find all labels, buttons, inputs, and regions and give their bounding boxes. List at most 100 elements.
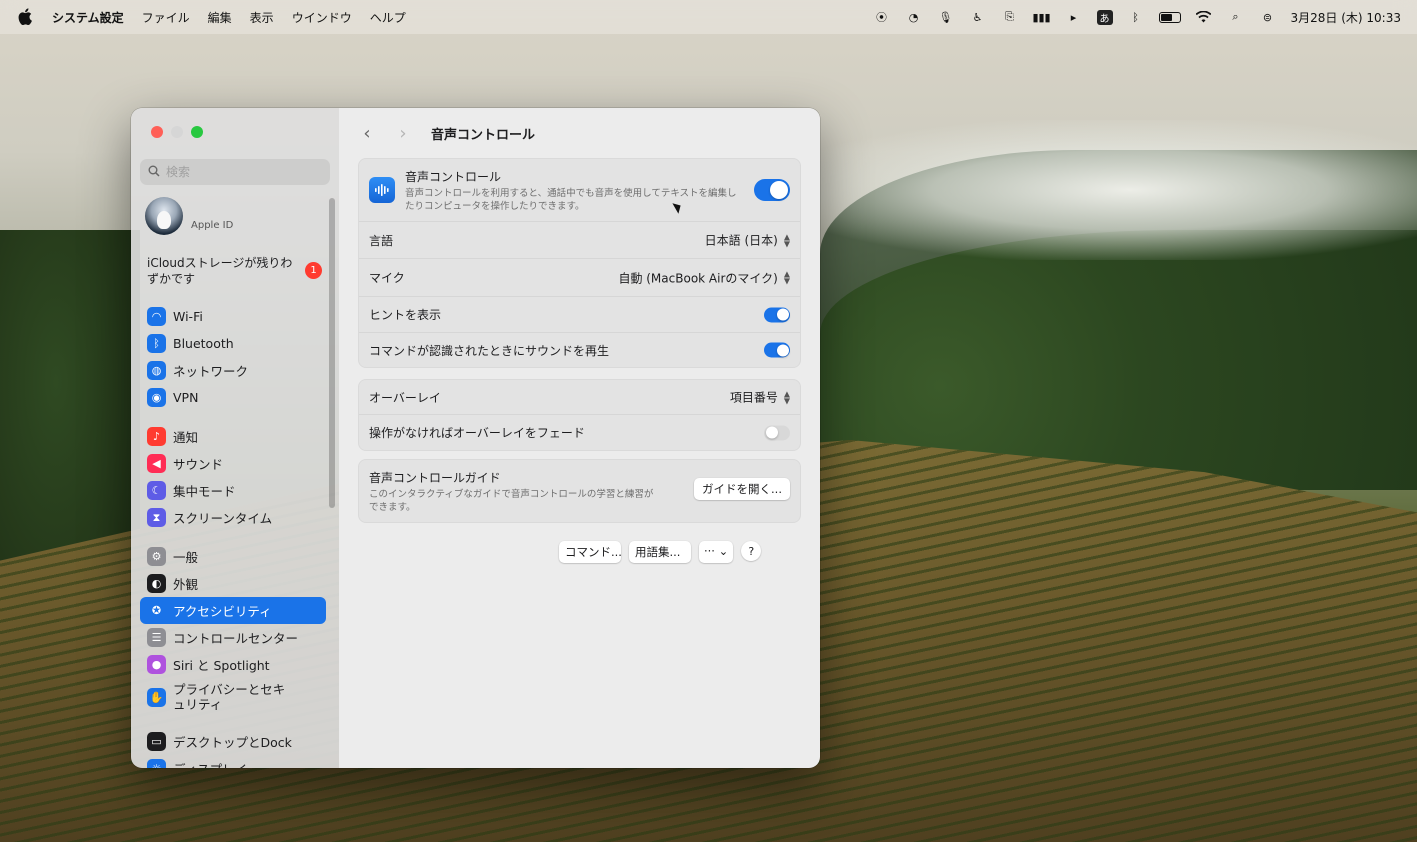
guide-title: 音声コントロールガイド bbox=[369, 471, 501, 485]
sidebar-item-bell[interactable]: ♪ 通知 bbox=[140, 423, 326, 450]
close-button[interactable] bbox=[151, 126, 163, 138]
fade-toggle[interactable] bbox=[764, 425, 790, 440]
language-value: 日本語 (日本) bbox=[704, 233, 778, 248]
language-popup[interactable]: 日本語 (日本) ▲ ▼ bbox=[705, 232, 790, 249]
sidebar-item-moon[interactable]: ☾ 集中モード bbox=[140, 477, 326, 504]
chevron-updown-icon: ▲ ▼ bbox=[783, 269, 790, 286]
voice-control-group: 音声コントロール 音声コントロールを利用すると、通話中でも音声を使用してテキスト… bbox=[358, 158, 801, 368]
avatar bbox=[145, 197, 183, 235]
sound-toggle[interactable] bbox=[764, 342, 790, 358]
search-input[interactable] bbox=[166, 165, 316, 179]
more-options-button[interactable]: ··· ⌄ bbox=[699, 541, 734, 563]
sidebar-item-label: コントロールセンター bbox=[173, 631, 299, 646]
sidebar-item-vpn[interactable]: ◉ VPN bbox=[140, 384, 326, 411]
menu-file[interactable]: ファイル bbox=[142, 9, 190, 26]
bluetooth-icon: ᛒ bbox=[147, 334, 166, 353]
sidebar-item-dock[interactable]: ▭ デスクトップとDock bbox=[140, 728, 326, 755]
screen-record-icon[interactable]: ⦿ bbox=[873, 10, 891, 24]
guide-description: このインタラクティブなガイドで音声コントロールの学習と練習ができます。 bbox=[369, 489, 654, 513]
nav-section-gap bbox=[140, 411, 326, 423]
sidebar-item-appearance[interactable]: ◐ 外観 bbox=[140, 570, 326, 597]
open-guide-button[interactable]: ガイドを開く... bbox=[694, 478, 790, 500]
play-icon[interactable]: ▸ bbox=[1065, 10, 1083, 24]
voice-control-status-icon[interactable]: 🎙 bbox=[937, 10, 955, 24]
microphone-popup[interactable]: 自動 (MacBook Airのマイク) ▲ ▼ bbox=[618, 269, 790, 286]
bluetooth-status-icon[interactable]: ᛒ bbox=[1127, 10, 1145, 24]
sidebar-item-control-center[interactable]: ☰ コントロールセンター bbox=[140, 624, 326, 651]
spotlight-icon[interactable]: ⌕ bbox=[1227, 10, 1245, 24]
nav-section-gap bbox=[140, 716, 326, 728]
globe-icon: ◍ bbox=[147, 361, 166, 380]
sidebar-item-accessibility[interactable]: ✪ アクセシビリティ bbox=[140, 597, 326, 624]
menu-help[interactable]: ヘルプ bbox=[370, 9, 406, 26]
sidebar-item-label: ネットワーク bbox=[173, 364, 249, 379]
sidebar-item-label: デスクトップとDock bbox=[173, 735, 292, 750]
menu-app-name[interactable]: システム設定 bbox=[52, 9, 124, 26]
menu-edit[interactable]: 編集 bbox=[208, 9, 232, 26]
clipboard-icon[interactable]: ⎘ bbox=[1001, 10, 1019, 24]
bottom-buttons: コマンド... 用語集... ··· ⌄ ? bbox=[559, 541, 762, 563]
input-method-indicator[interactable]: あ bbox=[1096, 9, 1113, 25]
search-field[interactable] bbox=[140, 159, 330, 185]
wifi-status-icon[interactable] bbox=[1195, 10, 1213, 24]
sound-label: コマンドが認識されたときにサウンドを再生 bbox=[369, 343, 610, 358]
help-button[interactable]: ? bbox=[741, 541, 762, 561]
commands-button[interactable]: コマンド... bbox=[559, 541, 621, 563]
voice-control-toggle[interactable] bbox=[754, 179, 790, 201]
hand-icon: ✋ bbox=[147, 687, 166, 707]
voice-control-row: 音声コントロール 音声コントロールを利用すると、通話中でも音声を使用してテキスト… bbox=[359, 159, 800, 222]
hints-toggle[interactable] bbox=[764, 307, 790, 322]
search-icon bbox=[148, 165, 160, 180]
language-row: 言語 日本語 (日本) ▲ ▼ bbox=[359, 222, 800, 259]
control-center-status-icon[interactable]: ⊜ bbox=[1259, 10, 1277, 24]
guide-row: 音声コントロールガイド このインタラクティブなガイドで音声コントロールの学習と練… bbox=[359, 460, 800, 522]
sidebar-item-hourglass[interactable]: ⧗ スクリーンタイム bbox=[140, 504, 326, 531]
sidebar-item-label: VPN bbox=[173, 390, 199, 405]
voice-control-app-icon bbox=[369, 177, 395, 203]
icloud-storage-notice[interactable]: iCloudストレージが残りわずかです 1 bbox=[147, 255, 327, 287]
sidebar-item-gear[interactable]: ⚙ 一般 bbox=[140, 543, 326, 570]
sidebar-item-bluetooth[interactable]: ᛒ Bluetooth bbox=[140, 330, 326, 357]
chevron-updown-icon: ▲ ▼ bbox=[783, 389, 790, 405]
battery-icon[interactable] bbox=[1158, 11, 1181, 23]
apple-menu-icon[interactable] bbox=[18, 8, 34, 26]
sound-row: コマンドが認識されたときにサウンドを再生 bbox=[359, 333, 800, 367]
sidebar-item-globe[interactable]: ◍ ネットワーク bbox=[140, 357, 326, 384]
sidebar-item-label: Wi-Fi bbox=[173, 309, 203, 324]
sidebar-item-display[interactable]: ☼ ディスプレイ bbox=[140, 755, 326, 768]
zoom-button[interactable] bbox=[191, 126, 203, 138]
sidebar-item-hand[interactable]: ✋ プライバシーとセキュリティ bbox=[140, 678, 326, 716]
menu-extra-icon[interactable]: ◔ bbox=[905, 10, 923, 24]
apple-id-account[interactable]: Apple ID bbox=[145, 197, 233, 235]
audio-bars-icon[interactable]: ▮▮▮ bbox=[1032, 10, 1050, 24]
overlay-value: 項目番号 bbox=[729, 390, 778, 405]
sidebar-item-label: サウンド bbox=[173, 457, 224, 472]
vocabulary-button[interactable]: 用語集... bbox=[629, 541, 691, 563]
control-center-icon: ☰ bbox=[147, 628, 166, 647]
menu-bar: システム設定 ファイル 編集 表示 ウインドウ ヘルプ ⦿ ◔ 🎙 ♿ ⎘ ▮▮… bbox=[0, 0, 1417, 34]
menu-view[interactable]: 表示 bbox=[250, 9, 274, 26]
minimize-button[interactable] bbox=[171, 126, 183, 138]
sidebar-item-label: ディスプレイ bbox=[173, 759, 247, 768]
back-button[interactable]: ‹ bbox=[359, 123, 375, 144]
account-name: Apple ID bbox=[191, 219, 234, 231]
guide-group: 音声コントロールガイド このインタラクティブなガイドで音声コントロールの学習と練… bbox=[358, 459, 801, 523]
wifi-icon: ◠ bbox=[147, 307, 166, 326]
menu-clock[interactable]: 3月28日 (木) 10:33 bbox=[1291, 9, 1401, 26]
status-area: ⦿ ◔ 🎙 ♿ ⎘ ▮▮▮ ▸ あ ᛒ ⌕ ⊜ 3月28日 (木) 10:33 bbox=[873, 0, 1401, 34]
notification-badge: 1 bbox=[305, 262, 322, 279]
voice-control-description: 音声コントロールを利用すると、通話中でも音声を使用してテキストを編集したりコンピ… bbox=[405, 187, 737, 212]
icloud-notice-text: iCloudストレージが残りわずかです bbox=[147, 256, 293, 286]
system-settings-window: Apple ID iCloudストレージが残りわずかです 1 ◠ Wi-Fi ᛒ Bl… bbox=[131, 108, 820, 768]
sidebar-item-wifi[interactable]: ◠ Wi-Fi bbox=[140, 303, 326, 330]
sidebar-scrollbar[interactable] bbox=[329, 198, 335, 508]
sidebar-item-siri[interactable]: ● Siri と Spotlight bbox=[140, 651, 326, 678]
voice-control-title: 音声コントロール bbox=[405, 169, 502, 184]
sidebar-item-speaker[interactable]: ◀ サウンド bbox=[140, 450, 326, 477]
sidebar-item-label: Siri と Spotlight bbox=[173, 658, 270, 673]
forward-button[interactable]: › bbox=[395, 123, 411, 144]
fade-label: 操作がなければオーバーレイをフェード bbox=[369, 426, 585, 440]
menu-window[interactable]: ウインドウ bbox=[292, 9, 352, 26]
accessibility-status-icon[interactable]: ♿ bbox=[969, 10, 987, 24]
overlay-popup[interactable]: 項目番号 ▲ ▼ bbox=[730, 389, 790, 406]
